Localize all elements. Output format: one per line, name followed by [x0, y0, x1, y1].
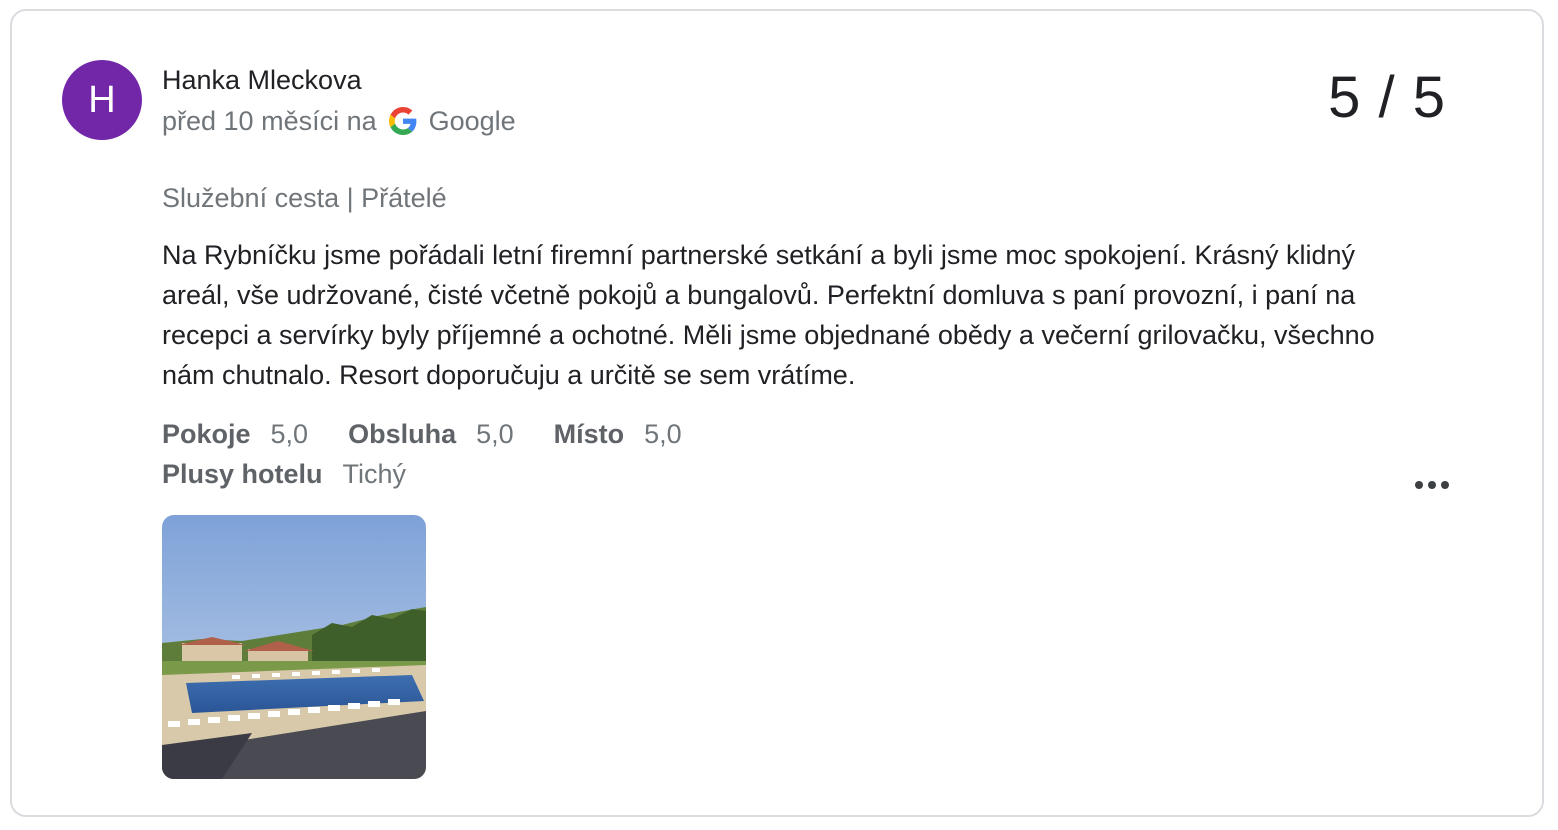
- rating-value-location: 5,0: [644, 419, 682, 449]
- avatar-letter: H: [88, 78, 116, 121]
- more-horizontal-icon: [1415, 481, 1449, 489]
- rating-label-location: Místo: [553, 419, 625, 449]
- review-time: před 10 měsíci na: [162, 105, 377, 136]
- highlights-label: Plusy hotelu: [162, 459, 323, 489]
- review-card: H Hanka Mleckova před 10 měsíci na Googl…: [10, 9, 1544, 817]
- review-meta: před 10 měsíci na Google: [162, 103, 516, 139]
- rating-label-rooms: Pokoje: [162, 419, 251, 449]
- author-name[interactable]: Hanka Mleckova: [162, 65, 362, 96]
- highlights-value: Tichý: [342, 459, 407, 489]
- avatar[interactable]: H: [62, 60, 142, 140]
- rating-value-rooms: 5,0: [270, 419, 309, 449]
- pool-photo-image: [162, 515, 426, 779]
- rating-value-service: 5,0: [476, 419, 514, 449]
- hotel-highlights: Plusy hotelu Tichý: [162, 459, 406, 490]
- rating-label-service: Obsluha: [348, 419, 457, 449]
- review-photo[interactable]: [162, 515, 426, 779]
- more-options-button[interactable]: [1410, 471, 1454, 499]
- trip-type: Služební cesta | Přátelé: [162, 183, 447, 213]
- review-source: Google: [428, 105, 516, 136]
- google-icon: [388, 107, 417, 135]
- review-score: 5 / 5: [1328, 65, 1446, 130]
- review-text: Na Rybníčku jsme pořádali letní firemní …: [162, 240, 1375, 390]
- category-ratings: Pokoje 5,0 Obsluha 5,0 Místo 5,0: [162, 419, 722, 450]
